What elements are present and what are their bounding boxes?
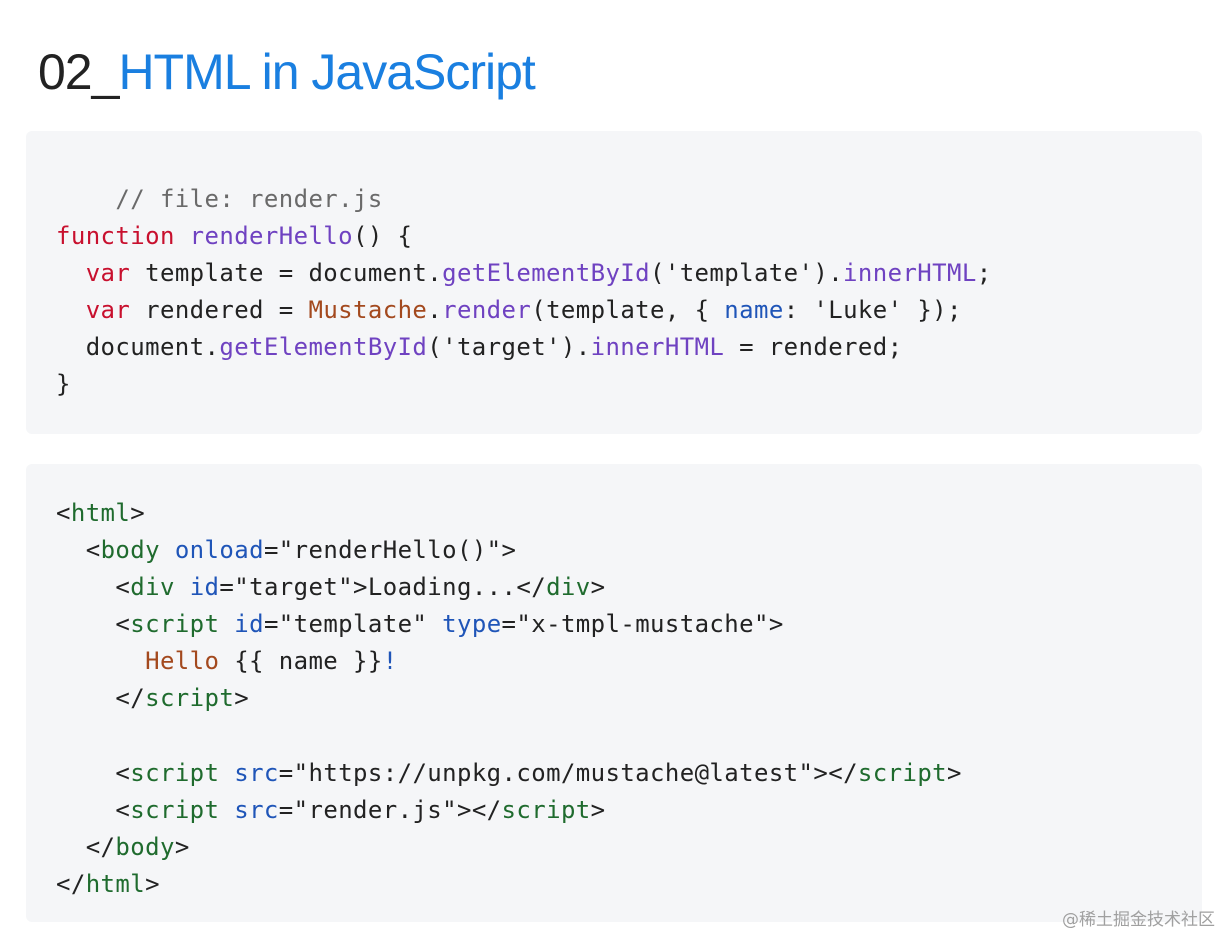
code-line: // file: render.js bbox=[56, 144, 383, 213]
code-tag: script bbox=[857, 759, 948, 787]
code-comment: // file: render.js bbox=[115, 185, 383, 213]
code-text: > bbox=[130, 499, 146, 527]
code-line: } bbox=[56, 366, 71, 403]
title-text: HTML in JavaScript bbox=[118, 44, 535, 100]
code-tag: div bbox=[546, 573, 591, 601]
code-text: </ bbox=[56, 870, 86, 898]
code-text: > bbox=[145, 870, 160, 898]
code-keyword: var bbox=[85, 296, 131, 324]
code-text: < bbox=[115, 610, 131, 638]
code-class-name: Mustache bbox=[308, 296, 428, 324]
code-tag: div bbox=[130, 573, 175, 601]
code-text: > bbox=[947, 759, 962, 787]
code-text: > bbox=[174, 833, 190, 861]
code-tag: body bbox=[100, 536, 160, 564]
code-tag: html bbox=[70, 499, 131, 527]
code-text: > bbox=[234, 684, 250, 712]
code-text: (template, { bbox=[531, 296, 725, 324]
code-template-text: ! bbox=[382, 647, 398, 675]
code-text: ="https://unpkg.com/mustache@latest"></ bbox=[278, 759, 858, 787]
code-line: </html> bbox=[56, 866, 160, 903]
code-text: > bbox=[590, 796, 606, 824]
code-line: var template = document.getElementById('… bbox=[56, 255, 992, 292]
code-line: document.getElementById('target').innerH… bbox=[56, 329, 902, 366]
code-text: > bbox=[501, 536, 517, 564]
code-attribute: src bbox=[234, 759, 279, 787]
code-template-text: Hello bbox=[145, 647, 220, 675]
code-text: ="render.js"></ bbox=[278, 796, 502, 824]
code-line: function renderHello() { bbox=[56, 218, 412, 255]
code-function-name: renderHello bbox=[189, 222, 353, 250]
code-line: <body onload="renderHello()"> bbox=[56, 532, 516, 569]
code-text: {{ name }} bbox=[219, 647, 383, 675]
code-text: < bbox=[115, 759, 131, 787]
page-title: 02_HTML in JavaScript bbox=[38, 40, 536, 104]
code-attribute: id bbox=[189, 573, 220, 601]
code-text: > bbox=[590, 573, 606, 601]
code-tag: script bbox=[501, 796, 591, 824]
code-text: ="x-tmpl-mustache"> bbox=[501, 610, 784, 638]
code-tag: script bbox=[130, 610, 220, 638]
code-attribute: type bbox=[442, 610, 502, 638]
code-text: < bbox=[115, 796, 131, 824]
code-function-call: getElementById bbox=[219, 333, 428, 361]
code-text: document. bbox=[85, 333, 220, 361]
code-text: ('target'). bbox=[427, 333, 591, 361]
code-text: ('template'). bbox=[650, 259, 844, 287]
code-property: innerHTML bbox=[590, 333, 725, 361]
code-line: <script src="render.js"></script> bbox=[56, 792, 606, 829]
watermark: @稀土掘金技术社区 bbox=[1062, 910, 1215, 930]
code-line: var rendered = Mustache.render(template,… bbox=[56, 292, 962, 329]
code-attribute: src bbox=[234, 796, 279, 824]
code-line: </body> bbox=[56, 829, 190, 866]
code-line: <html> bbox=[56, 495, 145, 532]
code-attribute: onload bbox=[174, 536, 264, 564]
code-text: < bbox=[115, 573, 131, 601]
code-text: . bbox=[427, 296, 443, 324]
code-line: </script> bbox=[56, 680, 249, 717]
code-text: rendered = bbox=[130, 296, 309, 324]
code-tag: script bbox=[145, 684, 235, 712]
code-property: name bbox=[724, 296, 784, 324]
code-text: </ bbox=[85, 833, 116, 861]
code-keyword: function bbox=[56, 222, 175, 250]
html-code-block: <html> <body onload="renderHello()"> <di… bbox=[26, 464, 1202, 922]
code-tag: script bbox=[130, 759, 220, 787]
code-tag: script bbox=[130, 796, 220, 824]
code-text: () { bbox=[353, 222, 413, 250]
code-text: template = document. bbox=[130, 259, 443, 287]
code-function-call: getElementById bbox=[442, 259, 650, 287]
code-keyword: var bbox=[85, 259, 131, 287]
code-line: <script src="https://unpkg.com/mustache@… bbox=[56, 755, 962, 792]
code-text: ="target">Loading...</ bbox=[219, 573, 547, 601]
code-text: ="template" bbox=[263, 610, 443, 638]
code-line: <div id="target">Loading...</div> bbox=[56, 569, 606, 606]
code-function-call: render bbox=[442, 296, 532, 324]
code-property: innerHTML bbox=[843, 259, 977, 287]
code-text: ; bbox=[976, 259, 992, 287]
code-text: < bbox=[85, 536, 101, 564]
code-attribute: id bbox=[234, 610, 264, 638]
title-number: 02_ bbox=[38, 44, 119, 100]
js-code-block: // file: render.js function renderHello(… bbox=[26, 131, 1202, 434]
code-text: } bbox=[56, 370, 71, 398]
code-line: Hello {{ name }}! bbox=[56, 643, 398, 680]
code-text: = rendered; bbox=[724, 333, 903, 361]
code-text: </ bbox=[115, 684, 146, 712]
code-text: < bbox=[56, 499, 71, 527]
code-tag: body bbox=[115, 833, 175, 861]
code-line: <script id="template" type="x-tmpl-musta… bbox=[56, 606, 784, 643]
code-tag: html bbox=[85, 870, 146, 898]
code-text: : 'Luke' }); bbox=[783, 296, 962, 324]
code-text: ="renderHello()" bbox=[263, 536, 502, 564]
